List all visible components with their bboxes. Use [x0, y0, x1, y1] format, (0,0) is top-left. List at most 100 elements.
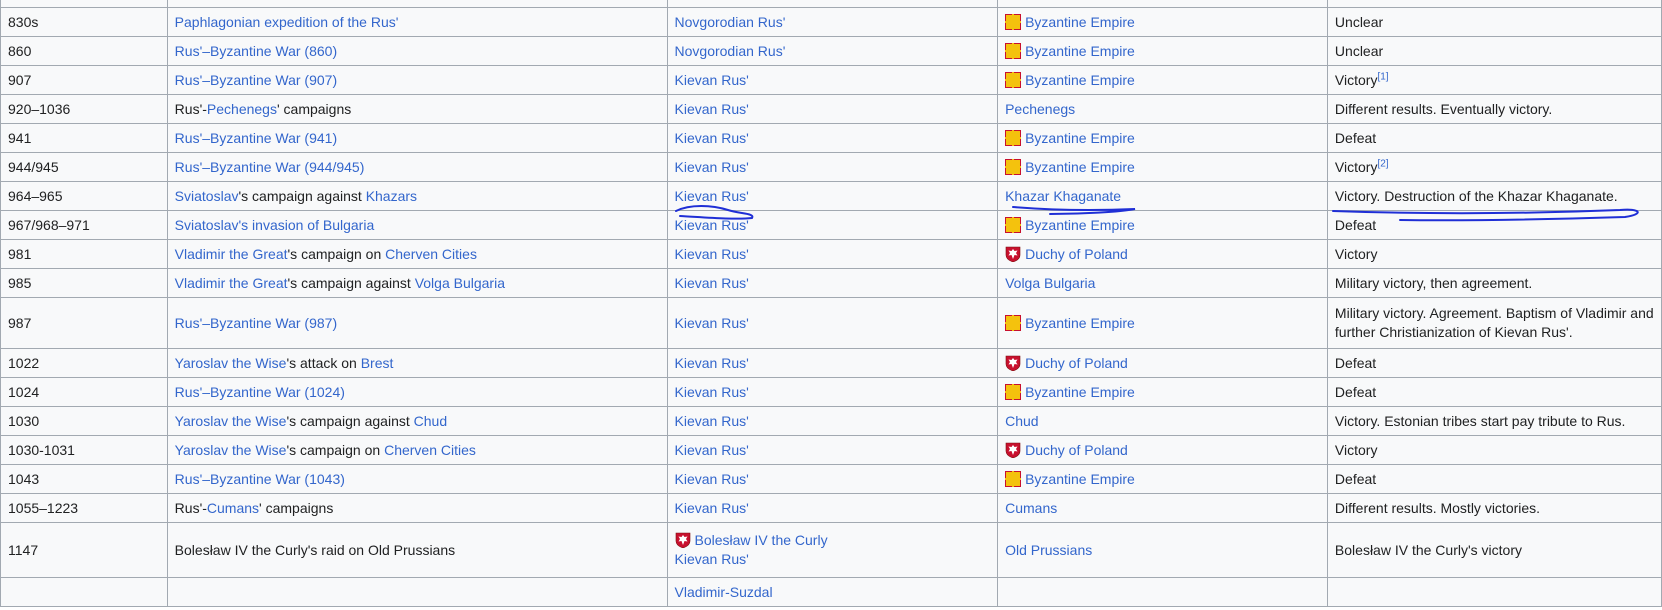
result-text: Military victory, then agreement. [1334, 274, 1533, 291]
opponent-link[interactable]: Chud [1005, 413, 1038, 429]
opponent-cell: Khazar Khaganate [997, 181, 1328, 211]
opponent-link[interactable]: Volga Bulgaria [1005, 275, 1095, 291]
war-link[interactable]: Rus'–Byzantine War (941) [175, 130, 337, 146]
result-cell: Victory [1326, 239, 1662, 269]
war-link[interactable]: Brest [361, 355, 394, 371]
belligerent-link[interactable]: Kievan Rus' [675, 72, 749, 88]
opponent-link[interactable]: Duchy of Poland [1025, 442, 1128, 458]
war-link[interactable]: Pechenegs [207, 101, 277, 117]
opponent-link[interactable]: Duchy of Poland [1025, 355, 1128, 371]
opponent-link[interactable]: Byzantine Empire [1025, 130, 1135, 146]
war-link[interactable]: Sviatoslav [175, 188, 239, 204]
result-cell [1326, 577, 1662, 607]
belligerent-link[interactable]: Kievan Rus' [675, 159, 749, 175]
table-row: 1030 Yaroslav the Wise's campaign against… [0, 406, 1662, 436]
opponent-link[interactable]: Pechenegs [1005, 101, 1075, 117]
table-row: 1022 Yaroslav the Wise's attack on Brest K… [0, 348, 1662, 378]
table-row: 1030-1031 Yaroslav the Wise's campaign on… [0, 435, 1662, 465]
war-link[interactable]: Rus'–Byzantine War (907) [175, 72, 337, 88]
table-row: 985 Vladimir the Great's campaign against… [0, 268, 1662, 298]
result-text: Different results. Mostly victories. [1334, 499, 1541, 516]
war-link[interactable]: Cumans [207, 500, 259, 516]
war-cell: Vladimir the Great's campaign on Cherven… [166, 239, 668, 269]
opponent-link[interactable]: Byzantine Empire [1025, 471, 1135, 487]
opponent-link[interactable]: Byzantine Empire [1025, 159, 1135, 175]
war-cell: Rus'-Pechenegs' campaigns [166, 94, 668, 124]
result-cell: Military victory, then agreement. [1326, 268, 1662, 298]
reference-link[interactable]: [2] [1377, 158, 1388, 169]
opponent-link[interactable]: Byzantine Empire [1025, 14, 1135, 30]
war-link[interactable]: Yaroslav the Wise [175, 413, 287, 429]
result-text: Victory [1334, 158, 1378, 175]
war-link[interactable]: Rus'–Byzantine War (987) [175, 315, 337, 331]
belligerent-link[interactable]: Kievan Rus' [675, 384, 749, 400]
opponent-link[interactable]: Byzantine Empire [1025, 72, 1135, 88]
result-text: Unclear [1334, 42, 1384, 59]
belligerent-link[interactable]: Kievan Rus' [675, 551, 749, 567]
page: 830s Paphlagonian expedition of the Rus' N… [0, 0, 1662, 610]
result-cell: Defeat [1326, 348, 1662, 378]
belligerent-link[interactable]: Kievan Rus' [675, 217, 749, 233]
belligerent-link[interactable]: Kievan Rus' [675, 442, 749, 458]
opponent-cell: Byzantine Empire [997, 297, 1328, 349]
war-cell: Vladimir the Great's campaign against Vo… [166, 268, 668, 298]
table-row: 1024 Rus'–Byzantine War (1024) Kievan Rus'… [0, 377, 1662, 407]
war-link[interactable]: Rus'–Byzantine War (860) [175, 43, 337, 59]
war-link[interactable]: Yaroslav the Wise [175, 442, 287, 458]
opponent-link[interactable]: Byzantine Empire [1025, 315, 1135, 331]
poland-coat-of-arms-icon [1005, 442, 1021, 458]
war-link[interactable]: Volga Bulgaria [415, 275, 505, 291]
belligerent-link[interactable]: Kievan Rus' [675, 413, 749, 429]
war-link[interactable]: Paphlagonian expedition of the Rus' [175, 14, 399, 30]
table-row: 920–1036 Rus'-Pechenegs' campaigns Kievan … [0, 94, 1662, 124]
belligerent-link[interactable]: Kievan Rus' [675, 246, 749, 262]
war-link[interactable]: Chud [414, 413, 447, 429]
war-text: ' campaigns [259, 499, 334, 516]
war-link[interactable]: Khazars [366, 188, 417, 204]
war-link[interactable]: Yaroslav the Wise [175, 355, 287, 371]
war-link[interactable]: Rus'–Byzantine War (1024) [175, 384, 345, 400]
belligerent-cell: Kievan Rus' [666, 210, 999, 240]
belligerent-link[interactable]: Bolesław IV the Curly [695, 532, 828, 548]
result-cell: Defeat [1326, 123, 1662, 153]
war-cell: Rus'–Byzantine War (944/945) [166, 152, 668, 182]
war-link[interactable]: Rus'–Byzantine War (944/945) [175, 159, 365, 175]
opponent-link[interactable]: Duchy of Poland [1025, 246, 1128, 262]
opponent-link[interactable]: Khazar Khaganate [1005, 188, 1121, 204]
reference-link[interactable]: [1] [1377, 71, 1388, 82]
war-link[interactable]: Cherven Cities [385, 246, 477, 262]
poland-coat-of-arms-icon [1005, 355, 1021, 371]
war-link[interactable]: Sviatoslav's invasion of Bulgaria [175, 217, 375, 233]
opponent-link[interactable]: Byzantine Empire [1025, 384, 1135, 400]
belligerent-link[interactable]: Kievan Rus' [675, 275, 749, 291]
opponent-link[interactable]: Byzantine Empire [1025, 217, 1135, 233]
war-link[interactable]: Rus'–Byzantine War (1043) [175, 471, 345, 487]
byzantine-flag-icon [1005, 216, 1022, 233]
belligerent-link[interactable]: Kievan Rus' [675, 471, 749, 487]
belligerent-link[interactable]: Novgorodian Rus' [675, 43, 786, 59]
belligerent-link[interactable]: Kievan Rus' [675, 188, 749, 204]
opponent-link[interactable]: Old Prussians [1005, 542, 1092, 558]
opponent-link[interactable]: Cumans [1005, 500, 1057, 516]
war-cell: Yaroslav the Wise's campaign on Cherven … [166, 435, 668, 465]
belligerent-link[interactable]: Kievan Rus' [675, 500, 749, 516]
belligerent-link[interactable]: Novgorodian Rus' [675, 14, 786, 30]
belligerent-link[interactable]: Vladimir-Suzdal [675, 584, 773, 600]
result-text: Defeat [1334, 383, 1377, 400]
war-link[interactable]: Vladimir the Great [175, 246, 288, 262]
war-link[interactable]: Cherven Cities [384, 442, 476, 458]
war-text: Rus'- [174, 499, 207, 516]
opponent-link[interactable]: Byzantine Empire [1025, 43, 1135, 59]
belligerent-link[interactable]: Kievan Rus' [675, 355, 749, 371]
war-text: Bolesław IV the Curly's raid on Old Prus… [174, 541, 456, 558]
war-text: 's campaign against [238, 187, 366, 204]
belligerent-link[interactable]: Kievan Rus' [675, 315, 749, 331]
opponent-cell: Old Prussians [997, 522, 1328, 578]
opponent-cell: Byzantine Empire [997, 152, 1328, 182]
belligerent-link[interactable]: Kievan Rus' [675, 130, 749, 146]
belligerent-cell: Kievan Rus' [666, 406, 999, 436]
war-link[interactable]: Vladimir the Great [175, 275, 288, 291]
belligerent-link[interactable]: Kievan Rus' [675, 101, 749, 117]
table-row: 907 Rus'–Byzantine War (907) Kievan Rus' By… [0, 65, 1662, 95]
byzantine-flag-icon [1005, 383, 1022, 400]
